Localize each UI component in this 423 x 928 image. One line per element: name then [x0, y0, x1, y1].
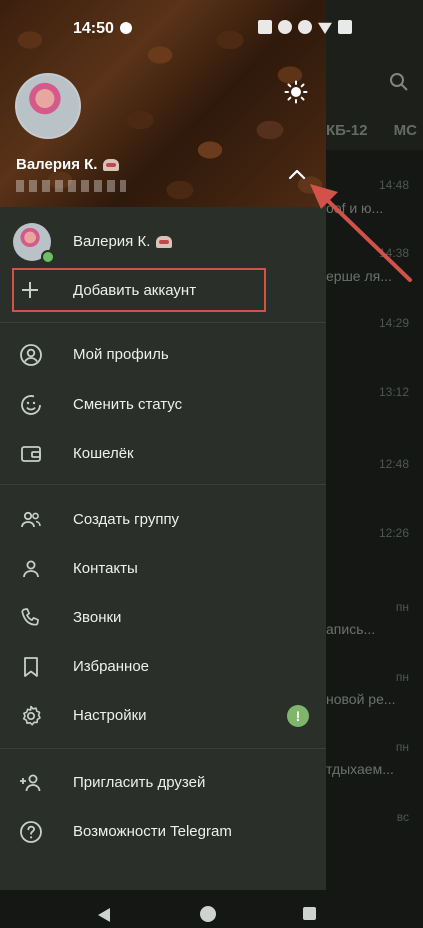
check-icon: [41, 250, 55, 264]
divider: [0, 748, 326, 749]
contact-icon: [23, 560, 39, 578]
divider: [0, 322, 326, 323]
menu-item-settings[interactable]: Настройки !: [0, 692, 326, 740]
divider: [0, 484, 326, 485]
header-user-name: Валерия К.: [16, 156, 120, 173]
account-name: Валерия К.: [73, 233, 173, 250]
theme-toggle-icon[interactable]: [284, 80, 308, 104]
account-row[interactable]: Валерия К.: [0, 215, 326, 267]
menu-item-contacts[interactable]: Контакты: [0, 545, 326, 593]
gear-icon: [22, 705, 41, 726]
menu-label: Создать группу: [73, 511, 180, 528]
emoji-status-icon: [21, 395, 41, 415]
lte-signal-icon: [338, 20, 352, 34]
mute-icon: [278, 20, 292, 34]
wifi-icon: [318, 22, 332, 34]
home-icon[interactable]: [200, 906, 216, 922]
phone-number-hidden: [16, 180, 126, 192]
menu-item-status[interactable]: Сменить статус: [0, 381, 326, 429]
menu-label: Кошелёк: [73, 445, 134, 462]
add-person-icon: [20, 774, 41, 792]
status-icons: [258, 20, 352, 34]
wallet-icon: [21, 446, 41, 462]
menu-item-invite[interactable]: Пригласить друзей: [0, 759, 326, 807]
emoji-status-icon: [156, 235, 173, 248]
menu-item-profile[interactable]: Мой профиль: [0, 331, 326, 379]
emoji-status-icon[interactable]: [103, 158, 120, 171]
drawer-scrim[interactable]: [326, 0, 423, 890]
recents-icon[interactable]: [303, 907, 316, 920]
menu-label: Возможности Telegram: [73, 823, 232, 840]
dnd-icon: [298, 20, 312, 34]
screenshot-icon: [258, 20, 272, 34]
menu-item-features[interactable]: Возможности Telegram: [0, 808, 326, 856]
phone-icon: [21, 608, 39, 626]
menu-item-wallet[interactable]: Кошелёк: [0, 430, 326, 478]
account-name-text: Валерия К.: [73, 233, 151, 250]
notification-dot-icon: [120, 22, 132, 34]
header-name-text: Валерия К.: [16, 156, 98, 173]
add-account-button[interactable]: Добавить аккаунт: [73, 282, 196, 299]
settings-alert-badge: !: [287, 705, 309, 727]
menu-label: Избранное: [73, 658, 150, 675]
group-icon: [21, 511, 41, 528]
avatar[interactable]: [15, 73, 81, 139]
menu-label: Звонки: [73, 609, 122, 626]
menu-item-calls[interactable]: Звонки: [0, 594, 326, 642]
menu-item-new-group[interactable]: Создать группу: [0, 496, 326, 544]
menu-label: Мой профиль: [73, 346, 169, 363]
menu-item-saved[interactable]: Избранное: [0, 643, 326, 691]
menu-label: Сменить статус: [73, 396, 183, 413]
profile-icon: [20, 344, 42, 366]
back-icon[interactable]: [98, 908, 110, 922]
plus-icon: [22, 282, 38, 298]
bookmark-icon: [24, 657, 38, 677]
status-bar: 14:50: [0, 0, 423, 52]
help-icon: [20, 821, 42, 843]
menu-label: Настройки: [73, 707, 147, 724]
annotation-arrow-icon: [310, 184, 412, 282]
menu-label: Пригласить друзей: [73, 774, 206, 791]
menu-label: Контакты: [73, 560, 138, 577]
status-time: 14:50: [73, 20, 114, 37]
